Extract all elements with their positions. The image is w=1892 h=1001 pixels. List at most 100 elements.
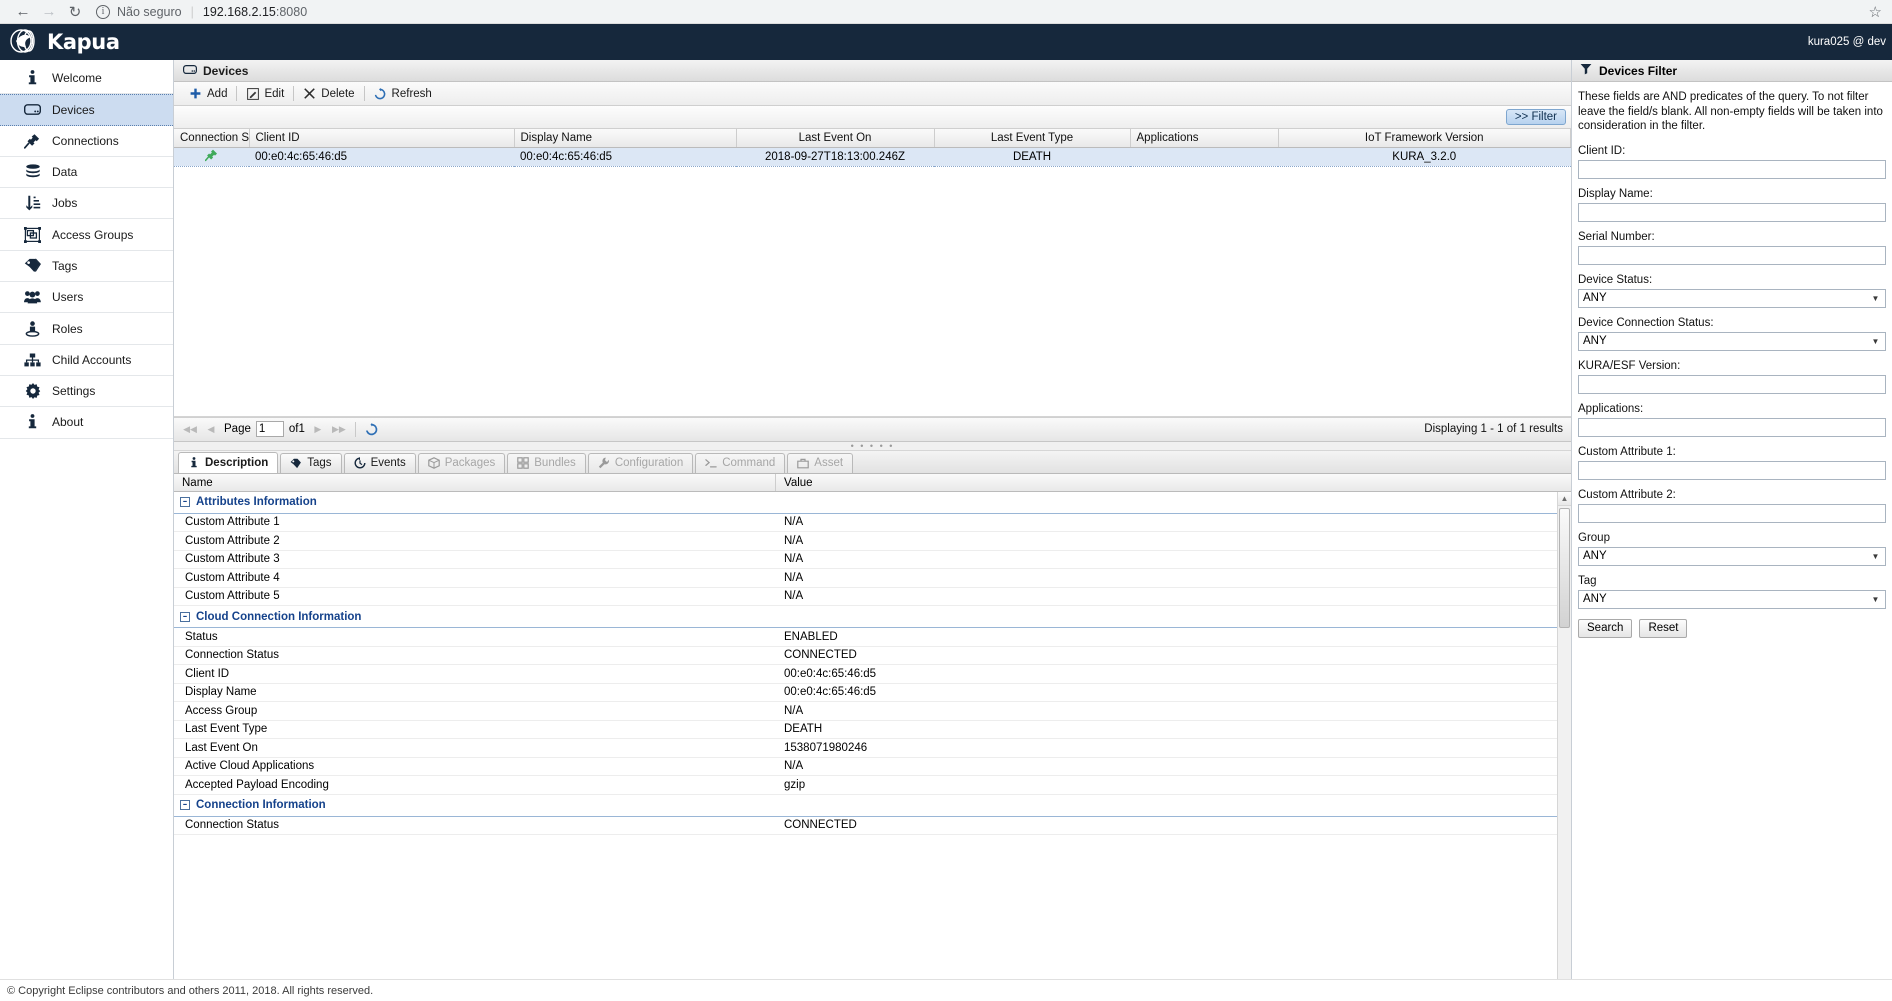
pager-refresh-icon[interactable] — [364, 421, 380, 437]
next-page-button[interactable]: ▶ — [310, 421, 326, 437]
column-header-client-id[interactable]: Client ID — [249, 129, 515, 148]
devices-table: Connection S...Client IDDisplay NameLast… — [174, 129, 1571, 167]
sidebar-item-devices[interactable]: Devices — [0, 94, 173, 126]
scroll-up-arrow-icon[interactable]: ▲ — [1558, 491, 1571, 506]
scrollbar-thumb[interactable] — [1559, 507, 1570, 628]
detail-row: Display Name 00:e0:4c:65:46:d5 — [174, 684, 1571, 702]
detail-row: Accepted Payload Encoding gzip — [174, 776, 1571, 795]
forward-icon[interactable]: → — [36, 1, 62, 23]
detail-row: Custom Attribute 4 N/A — [174, 569, 1571, 588]
detail-row-name: Custom Attribute 5 — [185, 590, 280, 603]
last-page-button[interactable]: ▶▶ — [331, 421, 347, 437]
package-icon — [427, 457, 440, 469]
edit-pencil-icon — [246, 87, 259, 100]
detail-group-header[interactable]: – Connection Information — [174, 795, 1571, 817]
filter-toggle-button[interactable]: >> Filter — [1505, 109, 1566, 125]
bookmark-star-icon[interactable]: ☆ — [1869, 3, 1882, 21]
filter-input-display-name[interactable] — [1578, 202, 1886, 222]
collapse-toggle-icon[interactable]: – — [180, 611, 190, 622]
events-icon — [354, 457, 366, 469]
column-header-last-event-on[interactable]: Last Event On — [736, 129, 935, 148]
tab-label: Command — [722, 457, 776, 469]
chevron-down-icon: ▼ — [1871, 336, 1880, 346]
sidebar-item-label: About — [52, 415, 84, 430]
prev-page-button[interactable]: ◀ — [203, 421, 219, 437]
sidebar-item-settings[interactable]: Settings — [0, 376, 173, 408]
reload-icon[interactable]: ↻ — [62, 1, 88, 23]
sidebar-item-about[interactable]: About — [0, 407, 173, 439]
filter-input-custom-attribute-2[interactable] — [1578, 503, 1886, 523]
edit-button[interactable]: Edit — [239, 86, 291, 101]
info-icon — [188, 457, 200, 469]
detail-row: Custom Attribute 2 N/A — [174, 532, 1571, 551]
tab-events[interactable]: Events — [343, 452, 416, 473]
sidebar-item-users[interactable]: Users — [0, 282, 173, 314]
detail-row-value: gzip — [784, 778, 806, 791]
sidebar-item-jobs[interactable]: Jobs — [0, 188, 173, 220]
users-icon — [24, 289, 41, 306]
back-icon[interactable]: ← — [10, 1, 36, 23]
filter-input-custom-attribute-1[interactable] — [1578, 460, 1886, 480]
detail-scroll-area[interactable]: – Attributes Information Custom Attribute … — [174, 491, 1571, 1001]
table-row[interactable]: 00:e0:4c:65:46:d5 00:e0:4c:65:46:d5 2018-0… — [174, 146, 1571, 167]
filter-field-label: Tag — [1578, 574, 1597, 587]
filter-select-device-status[interactable]: ANY ▼ — [1578, 288, 1886, 308]
tab-description[interactable]: Description — [178, 451, 279, 473]
grid-empty-space — [174, 166, 1571, 417]
reset-button[interactable]: Reset — [1639, 618, 1688, 638]
filter-field: Tag ANY ▼ — [1578, 575, 1886, 609]
add-button[interactable]: Add — [182, 86, 234, 101]
brand[interactable]: Kapua — [10, 28, 120, 57]
sidebar-item-label: Users — [52, 290, 84, 305]
search-button[interactable]: Search — [1578, 618, 1633, 638]
detail-group-header[interactable]: – Cloud Connection Information — [174, 606, 1571, 628]
column-header-last-event-type[interactable]: Last Event Type — [934, 129, 1131, 148]
sidebar-item-data[interactable]: Data — [0, 157, 173, 189]
tag-icon — [24, 257, 41, 274]
chevron-down-icon: ▼ — [1871, 594, 1880, 604]
refresh-button[interactable]: Refresh — [367, 86, 439, 101]
panel-splitter[interactable]: • • • • • — [174, 441, 1571, 451]
sidebar-item-child-accounts[interactable]: Child Accounts — [0, 345, 173, 376]
filter-select-tag[interactable]: ANY ▼ — [1578, 589, 1886, 609]
detail-scrollbar[interactable]: ▲ ▼ — [1557, 491, 1571, 1001]
column-header-connection-s-[interactable]: Connection S... — [174, 129, 250, 148]
tab-label: Packages — [444, 457, 496, 469]
page-title: Devices — [203, 63, 249, 78]
sidebar-item-roles[interactable]: Roles — [0, 313, 173, 345]
access-groups-icon — [24, 226, 41, 243]
kapua-logo-icon — [10, 28, 40, 57]
tab-tags[interactable]: Tags — [280, 452, 342, 473]
address-bar[interactable]: i Não seguro | 192.168.2.15:8080 — [96, 3, 1882, 21]
sidebar-item-access-groups[interactable]: Access Groups — [0, 219, 173, 251]
filter-input-kura-esf-version[interactable] — [1578, 374, 1886, 394]
sidebar-item-label: Jobs — [52, 196, 78, 211]
current-user-label[interactable]: kura025 @ dev — [1808, 36, 1886, 48]
filter-input-applications[interactable] — [1578, 417, 1886, 437]
delete-button[interactable]: Delete — [296, 86, 361, 101]
first-page-button[interactable]: ◀◀ — [182, 421, 198, 437]
collapse-toggle-icon[interactable]: – — [180, 800, 190, 810]
cell-iot-framework-version: KURA_3.2.0 — [1278, 146, 1571, 167]
page-number-input[interactable] — [255, 421, 284, 437]
filter-input-client-id[interactable] — [1578, 159, 1886, 179]
filter-select-device-connection-status[interactable]: ANY ▼ — [1578, 331, 1886, 351]
detail-group-header[interactable]: – Attributes Information — [174, 492, 1571, 514]
column-header-applications[interactable]: Applications — [1130, 129, 1279, 148]
footer-bar: © Copyright Eclipse contributors and oth… — [0, 979, 1892, 1001]
sidebar-item-welcome[interactable]: Welcome — [0, 63, 173, 95]
tab-command: Command — [695, 452, 786, 473]
column-header-display-name[interactable]: Display Name — [514, 129, 737, 148]
detail-panel: Name Value – Attributes Information Custom… — [174, 473, 1571, 1001]
collapse-toggle-icon[interactable]: – — [180, 497, 190, 507]
column-header-iot-framework-version[interactable]: IoT Framework Version — [1278, 129, 1571, 148]
filter-select-group[interactable]: ANY ▼ — [1578, 546, 1886, 566]
detail-row-value: DEATH — [784, 723, 823, 736]
filter-input-serial-number[interactable] — [1578, 245, 1886, 265]
detail-row-name: Custom Attribute 3 — [185, 553, 280, 566]
detail-row-value: 1538071980246 — [784, 741, 868, 754]
sidebar-item-tags[interactable]: Tags — [0, 251, 173, 283]
sidebar-item-connections[interactable]: Connections — [0, 126, 173, 157]
device-icon — [183, 64, 198, 78]
site-info-icon[interactable]: i — [96, 4, 110, 19]
